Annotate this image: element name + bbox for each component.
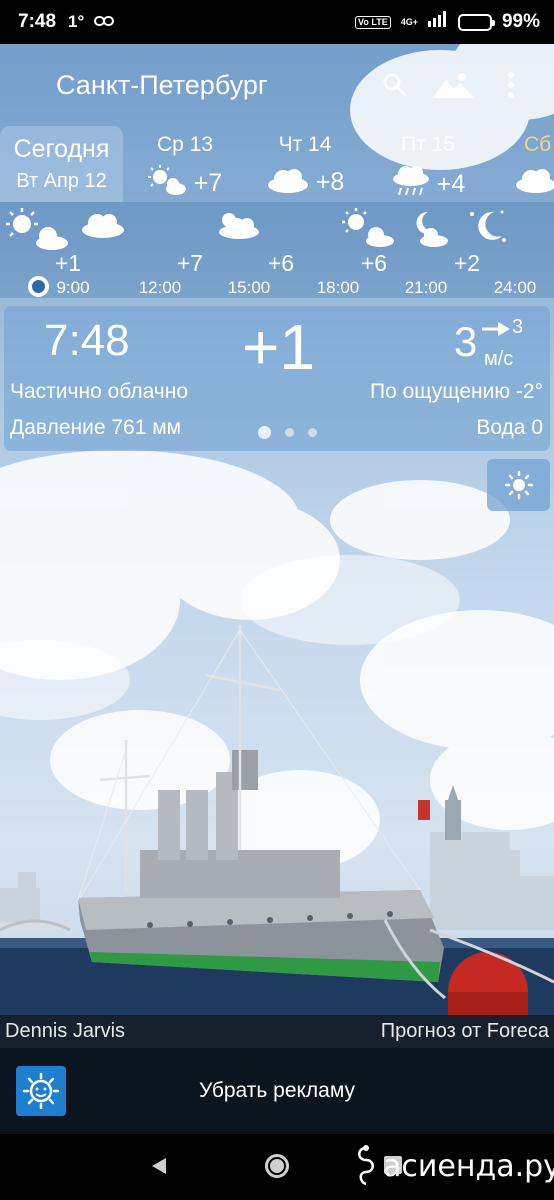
hourly-time: 21:00 — [404, 278, 448, 297]
current-time: 7:48 — [44, 316, 130, 365]
cloud-sun-icon — [215, 210, 261, 245]
feels-like: По ощущению -2° — [369, 380, 543, 403]
day-temp: +4 — [436, 170, 466, 198]
battery-icon — [457, 13, 495, 31]
wind-unit: м/с — [484, 348, 514, 370]
sun-cloud-icon — [504, 470, 533, 500]
background-photo — [0, 625, 554, 1015]
hourly-time: 15:00 — [227, 278, 271, 297]
tab-day-thu[interactable]: Чт 14 +8 — [245, 126, 365, 202]
network-type: 4G+ — [400, 16, 418, 27]
rain-cloud-icon — [391, 165, 431, 204]
day-label: Сб — [524, 133, 552, 156]
landscape-icon[interactable] — [428, 60, 478, 110]
hourly-temp: +1 — [54, 250, 82, 276]
pressure: Давление 761 мм — [10, 416, 182, 439]
cloud-icon — [514, 165, 554, 200]
hourly-time: 9:00 — [56, 278, 90, 297]
wind-speed: 3 — [454, 318, 478, 365]
status-bar: 7:48 1° Vo LTE 4G+ 99% — [0, 0, 554, 44]
hourly-time: 12:00 — [138, 278, 182, 297]
watermark: асиенда.ру — [353, 1144, 554, 1188]
credits-bar: Dennis Jarvis Прогноз от Foreca — [0, 1015, 554, 1048]
back-icon[interactable] — [150, 1156, 168, 1181]
current-conditions-panel[interactable]: 7:48 +1 3 3 м/с Частично облачно По ощущ… — [4, 306, 550, 451]
partly-cloudy-icon — [342, 208, 396, 253]
watermark-logo-icon — [358, 1145, 374, 1186]
day-temp: +8 — [315, 168, 345, 196]
remove-ads-bar[interactable]: Убрать рекламу — [0, 1048, 554, 1134]
cloud-icon — [80, 210, 126, 243]
volte-icon: Vo LTE — [355, 15, 391, 29]
tab-day-sat[interactable]: Сб — [488, 126, 554, 202]
day-label: Ср 13 — [156, 133, 214, 156]
page-dot-active — [258, 426, 271, 439]
app-bar: Санкт-Петербург — [0, 44, 554, 126]
battery-level: 99% — [501, 11, 540, 32]
hourly-temp: +7 — [176, 250, 204, 276]
moon-stars-icon — [466, 206, 508, 251]
partly-cloudy-icon — [147, 165, 188, 202]
search-icon[interactable] — [370, 60, 420, 110]
sun-moon-toggle-button[interactable] — [487, 459, 550, 511]
signal-icon — [427, 11, 448, 33]
hourly-time: 24:00 — [493, 278, 537, 297]
wind-direction-icon — [482, 322, 510, 336]
remove-ads-button[interactable]: Убрать рекламу — [0, 1079, 554, 1103]
current-temperature: +1 — [242, 311, 315, 383]
day-tabs: Сегодня Вт Апр 12 Ср 13 +7 Чт 14 +8 Пт 1… — [0, 126, 554, 202]
day-temp: +7 — [193, 169, 223, 197]
page-dot — [308, 428, 317, 437]
tab-today-label: Сегодня — [13, 135, 110, 163]
tab-today-date: Вт Апр 12 — [16, 170, 107, 192]
forecast-provider-link[interactable]: Прогноз от Foreca — [381, 1020, 549, 1043]
day-label: Пт 15 — [401, 133, 455, 156]
photo-author-link[interactable]: Dennis Jarvis — [5, 1020, 125, 1043]
wind-gust: 3 — [512, 316, 524, 338]
day-label: Чт 14 — [278, 133, 332, 156]
partly-cloudy-icon — [6, 208, 70, 255]
home-icon[interactable] — [265, 1154, 289, 1178]
tab-day-fri[interactable]: Пт 15 +4 — [368, 126, 488, 202]
moon-cloud-icon — [410, 208, 450, 253]
water-temperature: Вода 0 — [476, 416, 543, 439]
more-vert-icon[interactable] — [486, 60, 536, 110]
city-title[interactable]: Санкт-Петербург — [56, 70, 362, 101]
page-dot — [285, 428, 294, 437]
watermark-text: асиенда.ру — [383, 1148, 554, 1184]
page-indicator — [258, 426, 317, 439]
cloud-icon — [266, 165, 310, 200]
hourly-temp: +2 — [453, 250, 481, 276]
hourly-forecast[interactable]: +1 +7 +6 +6 +2 9:00 12:00 15:00 18:00 21… — [0, 202, 554, 298]
weather-description: Частично облачно — [10, 380, 189, 403]
hourly-time: 18:00 — [316, 278, 360, 297]
status-temperature: 1° — [68, 12, 85, 31]
status-time: 7:48 — [18, 11, 57, 32]
tab-day-wed[interactable]: Ср 13 +7 — [125, 126, 245, 202]
hourly-temp: +6 — [267, 250, 295, 276]
link-icon — [94, 11, 115, 33]
tab-today[interactable]: Сегодня Вт Апр 12 — [0, 126, 123, 202]
hourly-temp: +6 — [360, 250, 388, 276]
system-nav-bar: асиенда.ру — [0, 1134, 554, 1200]
